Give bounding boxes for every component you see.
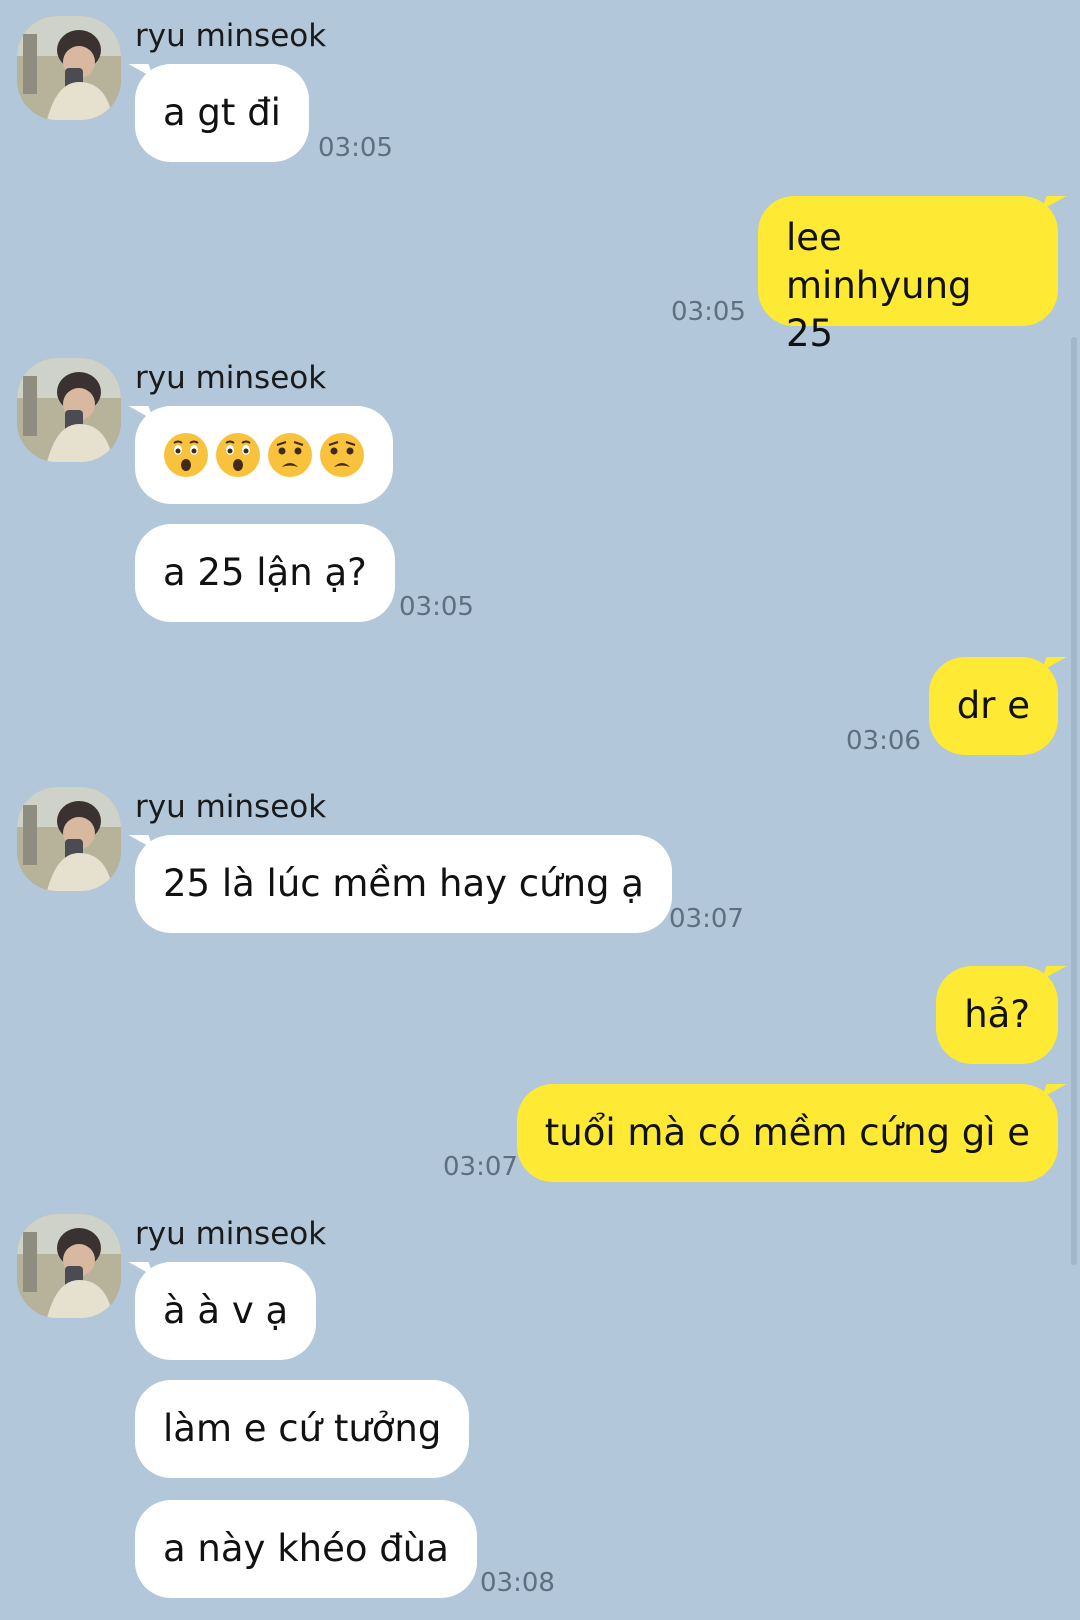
contact-avatar[interactable] xyxy=(17,16,121,120)
avatar-photo-icon xyxy=(17,358,121,462)
emoji-row xyxy=(163,432,365,478)
message-bubble-incoming[interactable]: a gt đi xyxy=(135,64,309,162)
message-text: lee minhyung 25 xyxy=(786,216,972,355)
message-text: a 25 lận ạ? xyxy=(163,551,367,594)
message-text: à à v ạ xyxy=(163,1289,289,1332)
message-bubble-incoming[interactable]: làm e cứ tưởng xyxy=(135,1380,470,1478)
message-text: a gt đi xyxy=(163,91,281,134)
message-time: 03:05 xyxy=(671,297,746,327)
sender-name: ryu minseok xyxy=(135,789,327,825)
sender-name: ryu minseok xyxy=(135,360,327,396)
contact-avatar[interactable] xyxy=(17,1214,121,1318)
message-text: dr e xyxy=(956,684,1030,727)
contact-avatar[interactable] xyxy=(17,787,121,891)
message-bubble-incoming[interactable]: a 25 lận ạ? xyxy=(135,524,395,622)
message-time: 03:08 xyxy=(480,1568,555,1598)
message-text: tuổi mà có mềm cứng gì e xyxy=(544,1111,1030,1154)
astonished-face-icon xyxy=(216,433,260,477)
message-text: a này khéo đùa xyxy=(163,1527,449,1570)
message-bubble-incoming[interactable]: a này khéo đùa xyxy=(135,1500,477,1598)
message-bubble-incoming[interactable]: à à v ạ xyxy=(135,1262,317,1360)
chat-thread[interactable]: ryu minseok a gt đi 03:05 lee minhyung 2… xyxy=(0,0,1080,1620)
message-bubble-incoming[interactable] xyxy=(135,406,393,504)
anguished-face-icon xyxy=(320,433,364,477)
message-time: 03:07 xyxy=(669,904,744,934)
contact-avatar[interactable] xyxy=(17,358,121,462)
message-time: 03:05 xyxy=(399,592,474,622)
anguished-face-icon xyxy=(268,433,312,477)
message-text: 25 là lúc mềm hay cứng ạ xyxy=(163,862,644,905)
sender-name: ryu minseok xyxy=(135,18,327,54)
message-text: hả? xyxy=(964,993,1030,1036)
message-bubble-incoming[interactable]: 25 là lúc mềm hay cứng ạ xyxy=(135,835,672,933)
message-time: 03:07 xyxy=(443,1152,518,1182)
scrollbar[interactable] xyxy=(1071,337,1077,1265)
sender-name: ryu minseok xyxy=(135,1216,327,1252)
message-bubble-outgoing[interactable]: lee minhyung 25 xyxy=(758,196,1058,355)
message-text: làm e cứ tưởng xyxy=(163,1407,442,1450)
astonished-face-icon xyxy=(164,433,208,477)
message-bubble-outgoing[interactable]: dr e xyxy=(928,657,1058,755)
message-bubble-outgoing[interactable]: hả? xyxy=(936,966,1058,1064)
message-bubble-outgoing[interactable]: tuổi mà có mềm cứng gì e xyxy=(516,1084,1058,1182)
avatar-photo-icon xyxy=(17,787,121,891)
message-time: 03:05 xyxy=(318,133,393,163)
avatar-photo-icon xyxy=(17,1214,121,1318)
avatar-photo-icon xyxy=(17,16,121,120)
message-time: 03:06 xyxy=(846,726,921,756)
